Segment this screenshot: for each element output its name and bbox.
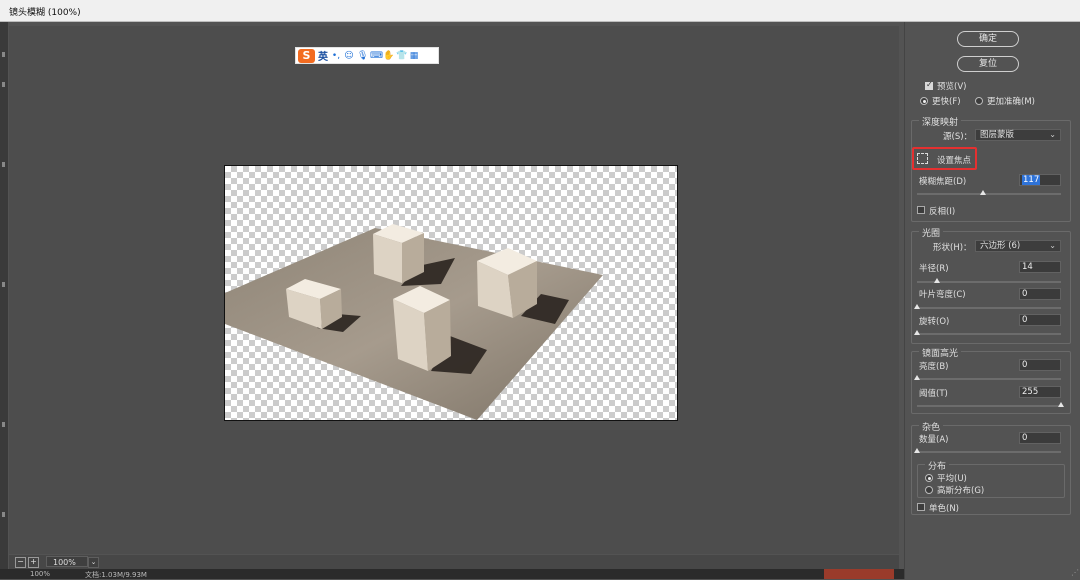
status-bar: − + 100% ⌄	[9, 555, 899, 569]
shape-label: 形状(H)：	[933, 243, 972, 253]
toolbar-marker	[2, 512, 5, 517]
chevron-down-icon: ⌄	[1049, 130, 1056, 139]
rotation-slider[interactable]	[914, 330, 1061, 335]
blur-focal-distance-value: 117	[1022, 175, 1041, 185]
amount-slider[interactable]	[914, 448, 1061, 453]
preview-label: 预览(V)	[937, 82, 967, 92]
ime-toolbar[interactable]: S 英 •, ☺ 🎙 ⌨ ✋ 👕 ▦	[295, 47, 439, 64]
preview-checkbox[interactable]	[925, 80, 933, 90]
faster-label: 更快(F)	[932, 97, 961, 107]
resize-grip-icon[interactable]: ⋰	[1071, 568, 1079, 577]
radius-slider[interactable]	[917, 278, 1061, 283]
settings-panel: 确定 复位 预览(V) 更快(F) 更加准确(M) 深度映射 源(S)： 图层蒙…	[904, 22, 1080, 579]
faster-radio[interactable]	[920, 97, 928, 105]
iris-title: 光圈	[919, 226, 944, 239]
reset-button[interactable]: 复位	[957, 56, 1019, 72]
zoom-out-button[interactable]: −	[15, 557, 26, 568]
ok-button[interactable]: 确定	[957, 31, 1019, 47]
threshold-slider[interactable]	[917, 402, 1064, 407]
rotation-label: 旋转(O)	[919, 317, 950, 327]
background-zoom: 100%	[30, 570, 51, 578]
blade-curvature-slider[interactable]	[914, 304, 1061, 309]
invert-label: 反相(I)	[929, 207, 956, 217]
brightness-input[interactable]: 0	[1019, 359, 1061, 371]
amount-label: 数量(A)	[919, 435, 949, 445]
amount-input[interactable]: 0	[1019, 432, 1061, 444]
blur-focal-distance-label: 模糊焦距(D)	[919, 177, 967, 187]
invert-checkbox[interactable]	[917, 206, 925, 214]
radius-input[interactable]: 14	[1019, 261, 1061, 273]
source-select[interactable]: 图层蒙版 ⌄	[975, 129, 1061, 141]
slider-thumb[interactable]	[934, 278, 941, 283]
radius-label: 半径(R)	[919, 264, 949, 274]
toolbar-marker	[2, 422, 5, 427]
toolbar-marker	[2, 282, 5, 287]
blade-curvature-label: 叶片弯度(C)	[919, 290, 966, 300]
toolbox-icon[interactable]: ✋	[383, 51, 394, 61]
punctuation-icon[interactable]: •,	[331, 51, 341, 61]
shape-value: 六边形 (6)	[980, 241, 1021, 251]
threshold-label: 阈值(T)	[919, 389, 948, 399]
scene-render	[225, 224, 603, 420]
zoom-select[interactable]: 100% ⌄	[46, 556, 99, 568]
slider-thumb[interactable]	[914, 304, 920, 309]
emoji-icon[interactable]: ☺	[344, 51, 354, 61]
threshold-input[interactable]: 255	[1019, 386, 1061, 398]
monochromatic-checkbox[interactable]	[917, 503, 925, 511]
slider-thumb[interactable]	[914, 330, 920, 335]
zoom-in-button[interactable]: +	[28, 557, 39, 568]
brightness-label: 亮度(B)	[919, 362, 949, 372]
zoom-value: 100%	[53, 558, 76, 567]
background-app-strip	[0, 22, 8, 579]
shape-select[interactable]: 六边形 (6) ⌄	[975, 240, 1061, 252]
dialog-title: 镜头模糊 (100%)	[9, 8, 81, 18]
depth-map-title: 深度映射	[919, 115, 962, 128]
specular-highlights-title: 镜面高光	[919, 346, 962, 359]
blur-focal-distance-input[interactable]: 117	[1019, 174, 1061, 186]
taskbar-thumbnail	[824, 569, 894, 579]
slider-thumb[interactable]	[1058, 402, 1064, 407]
blade-curvature-input[interactable]: 0	[1019, 288, 1061, 300]
crosshair-icon[interactable]	[917, 153, 928, 164]
brightness-slider[interactable]	[914, 375, 1061, 380]
ime-language-toggle[interactable]: 英	[318, 48, 328, 63]
image-preview	[224, 165, 678, 421]
toolbar-marker	[2, 82, 5, 87]
slider-thumb[interactable]	[980, 190, 987, 195]
skin-shirt-icon[interactable]: 👕	[396, 51, 407, 61]
chevron-down-icon: ⌄	[1049, 241, 1056, 250]
toolbar-marker	[2, 52, 5, 57]
grid-menu-icon[interactable]: ▦	[409, 51, 419, 61]
slider-thumb[interactable]	[914, 375, 920, 380]
noise-title: 杂色	[919, 420, 944, 433]
gaussian-radio[interactable]	[925, 486, 933, 494]
chevron-down-icon[interactable]: ⌄	[88, 557, 99, 568]
gaussian-label: 高斯分布(G)	[937, 486, 985, 496]
source-value: 图层蒙版	[980, 130, 1015, 140]
keyboard-icon[interactable]: ⌨	[370, 51, 383, 61]
blur-focal-distance-slider[interactable]	[917, 190, 1061, 195]
monochromatic-label: 单色(N)	[929, 504, 959, 514]
rotation-input[interactable]: 0	[1019, 314, 1061, 326]
slider-thumb[interactable]	[914, 448, 920, 453]
uniform-radio[interactable]	[925, 474, 933, 482]
microphone-icon[interactable]: 🎙	[357, 51, 368, 61]
uniform-label: 平均(U)	[937, 474, 967, 484]
dialog-title-bar: 镜头模糊 (100%)	[0, 0, 1080, 22]
toolbar-marker	[2, 162, 5, 167]
sogou-logo-icon[interactable]: S	[298, 48, 315, 63]
distribution-title: 分布	[925, 459, 950, 472]
more-accurate-label: 更加准确(M)	[987, 97, 1035, 107]
more-accurate-radio[interactable]	[975, 97, 983, 105]
source-label: 源(S)：	[943, 132, 973, 142]
